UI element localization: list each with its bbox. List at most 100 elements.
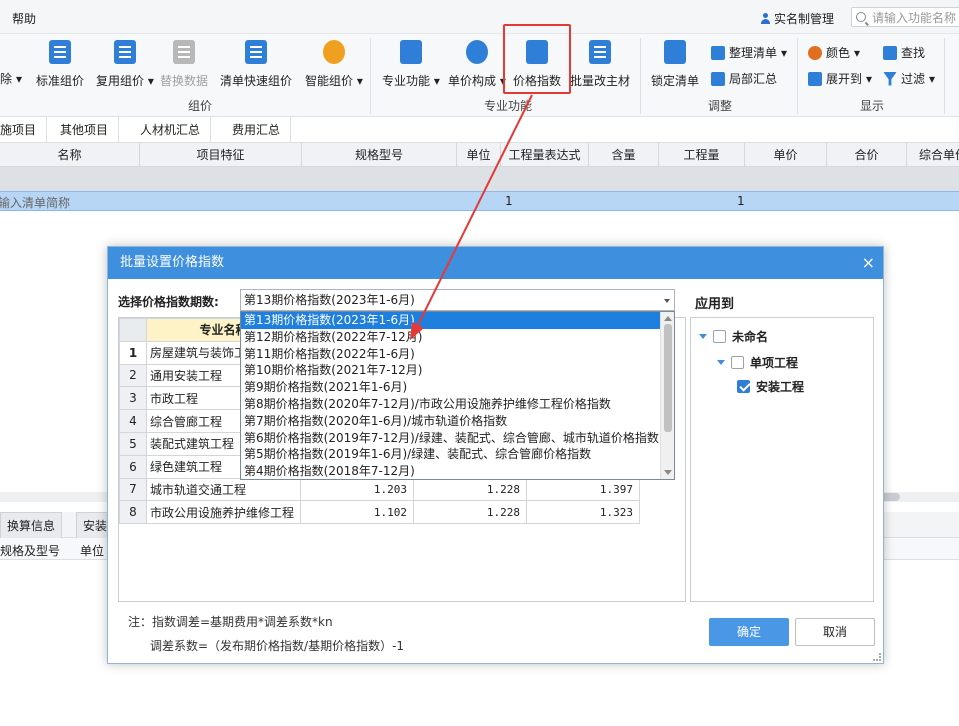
smart-pricing-label: 智能组价 — [305, 74, 354, 88]
col-content[interactable]: 含量 — [589, 143, 659, 167]
index-cell[interactable]: 1.397 — [526, 477, 640, 502]
dialog-title: 批量设置价格指数 — [120, 255, 225, 270]
period-option[interactable]: 第8期价格指数(2020年7-12月)/市政公用设施养护维修工程价格指数 — [241, 396, 661, 413]
organize-list-button[interactable]: 整理清单 ▾ — [711, 44, 787, 61]
specialty-name-cell[interactable]: 市政公用设施养护维修工程 — [146, 500, 301, 525]
cancel-button[interactable]: 取消 — [795, 618, 875, 646]
col-bottom-unit[interactable]: 单位 — [80, 542, 104, 559]
smart-pricing-button[interactable]: 智能组价 ▾ — [305, 40, 363, 89]
tree-node-single-project[interactable]: 单项工程 — [717, 354, 798, 371]
root-label: 未命名 — [732, 330, 769, 344]
install-project-checkbox[interactable] — [737, 380, 750, 393]
specialty-function-button[interactable]: 专业功能 ▾ — [382, 40, 440, 89]
col-qty[interactable]: 工程量 — [659, 143, 745, 167]
row-qty-cell[interactable]: 1 — [737, 194, 745, 208]
expand-arrow-icon[interactable] — [717, 360, 725, 365]
tab-measures[interactable]: 施项目 — [0, 117, 48, 143]
replace-data-button[interactable]: 替换数据 — [160, 40, 208, 89]
expand-arrow-icon[interactable] — [699, 334, 707, 339]
period-option[interactable]: 第7期价格指数(2020年1-6月)/城市轨道价格指数 — [241, 413, 661, 430]
standard-pricing-icon — [49, 40, 71, 64]
period-option[interactable]: 第13期价格指数(2023年1-6月) — [241, 312, 661, 329]
col-unit[interactable]: 单位 — [457, 143, 501, 167]
period-option[interactable]: 第9期价格指数(2021年1-6月) — [241, 379, 661, 396]
tab-conversion-info[interactable]: 换算信息 — [0, 512, 63, 538]
index-cell[interactable]: 1.203 — [300, 477, 414, 502]
scroll-down-icon[interactable] — [664, 470, 672, 475]
unit-price-composition-button[interactable]: 单价构成 ▾ — [448, 40, 506, 89]
col-spec-model[interactable]: 规格及型号 — [0, 542, 60, 559]
period-option[interactable]: 第12期价格指数(2022年7-12月) — [241, 329, 661, 346]
col-total-price[interactable]: 合价 — [827, 143, 907, 167]
resize-grip-icon[interactable] — [873, 653, 881, 661]
table-row[interactable]: 输入清单简称 1 1 — [0, 191, 959, 211]
table-row[interactable]: 8 市政公用设施养护维修工程 1.102 1.228 1.323 — [119, 500, 640, 525]
lock-list-button[interactable]: 锁定清单 — [651, 40, 699, 89]
row-number: 6 — [119, 454, 147, 479]
confirm-button[interactable]: 确定 — [709, 618, 789, 646]
single-project-label: 单项工程 — [750, 356, 799, 370]
filter-button[interactable]: 过滤 ▾ — [883, 70, 935, 87]
chevron-down-icon[interactable] — [664, 299, 670, 303]
row-expr-cell[interactable]: 1 — [505, 194, 513, 208]
quick-pricing-button[interactable]: 清单快速组价 — [220, 40, 292, 89]
batch-main-material-button[interactable]: 批量改主材 — [570, 40, 630, 89]
menu-help[interactable]: 帮助 — [12, 10, 36, 27]
index-cell[interactable]: 1.323 — [526, 500, 640, 525]
single-project-checkbox[interactable] — [731, 356, 744, 369]
view-tabs: 施项目 其他项目 人材机汇总 费用汇总 — [0, 117, 959, 143]
period-option[interactable]: 第4期价格指数(2018年7-12月) — [241, 463, 661, 479]
local-summary-button[interactable]: 局部汇总 — [711, 70, 777, 87]
lock-icon — [664, 40, 686, 64]
find-button[interactable]: 查找 — [883, 44, 925, 61]
period-option[interactable]: 第11期价格指数(2022年1-6月) — [241, 346, 661, 363]
organize-list-label: 整理清单 — [729, 46, 778, 60]
batch-edit-icon — [589, 40, 611, 64]
tab-other-items[interactable]: 其他项目 — [50, 117, 120, 143]
smart-pricing-icon — [322, 40, 345, 64]
table-row[interactable]: 7 城市轨道交通工程 1.203 1.228 1.397 — [119, 477, 640, 502]
scroll-up-icon[interactable] — [664, 316, 672, 321]
col-composite-price[interactable]: 综合单价 — [907, 143, 959, 167]
col-features[interactable]: 项目特征 — [140, 143, 302, 167]
price-index-highlight-annotation — [503, 24, 571, 94]
tree-node-install-project[interactable]: 安装工程 — [737, 378, 804, 395]
row-name-cell[interactable]: 输入清单简称 — [0, 194, 70, 211]
period-dropdown-list: 第13期价格指数(2023年1-6月) 第12期价格指数(2022年7-12月) 第… — [240, 311, 675, 480]
find-label: 查找 — [901, 46, 926, 60]
tab-fee-summary[interactable]: 费用汇总 — [222, 117, 292, 143]
root-checkbox[interactable] — [713, 330, 726, 343]
tree-node-root[interactable]: 未命名 — [699, 328, 768, 345]
apply-to-label: 应用到 — [695, 297, 735, 312]
specialty-name-cell[interactable]: 城市轨道交通工程 — [146, 477, 301, 502]
reuse-pricing-button[interactable]: 复用组价 ▾ — [96, 40, 154, 89]
grid-header: 名称 项目特征 规格型号 单位 工程量表达式 含量 工程量 单价 合价 综合单价 — [0, 143, 959, 167]
period-select[interactable]: 第13期价格指数(2023年1-6月) — [240, 289, 675, 311]
col-qty-expr[interactable]: 工程量表达式 — [501, 143, 589, 167]
dropdown-scrollbar[interactable] — [660, 312, 674, 479]
function-search-input[interactable]: 请输入功能名称 — [851, 7, 959, 27]
ribbon-cut-button[interactable]: 除 ▾ — [0, 70, 22, 87]
col-spec[interactable]: 规格型号 — [302, 143, 457, 167]
index-cell[interactable]: 1.228 — [413, 477, 527, 502]
index-cell[interactable]: 1.228 — [413, 500, 527, 525]
period-label: 选择价格指数期数: — [118, 295, 219, 309]
row-number: 8 — [119, 500, 147, 525]
standard-pricing-button[interactable]: 标准组价 — [36, 40, 84, 89]
tab-labor-material-machine[interactable]: 人材机汇总 — [130, 117, 212, 143]
col-unit-price[interactable]: 单价 — [745, 143, 827, 167]
index-cell[interactable]: 1.102 — [300, 500, 414, 525]
color-button[interactable]: 颜色 ▾ — [808, 44, 860, 61]
close-icon[interactable]: × — [862, 247, 875, 279]
period-option[interactable]: 第6期价格指数(2019年7-12月)/绿建、装配式、综合管廊、城市轨道价格指数 — [241, 430, 661, 447]
user-icon — [760, 13, 771, 24]
period-option[interactable]: 第5期价格指数(2019年1-6月)/绿建、装配式、综合管廊价格指数 — [241, 446, 661, 463]
expand-to-button[interactable]: 展开到 ▾ — [808, 70, 872, 87]
period-option[interactable]: 第10期价格指数(2021年7-12月) — [241, 362, 661, 379]
list-icon — [711, 45, 725, 60]
row-number: 1 — [119, 340, 147, 365]
col-name[interactable]: 名称 — [0, 143, 140, 167]
group-label-pricing: 组价 — [188, 99, 213, 113]
realname-management-link[interactable]: 实名制管理 — [760, 10, 834, 27]
dropdown-scroll-thumb[interactable] — [664, 324, 672, 432]
